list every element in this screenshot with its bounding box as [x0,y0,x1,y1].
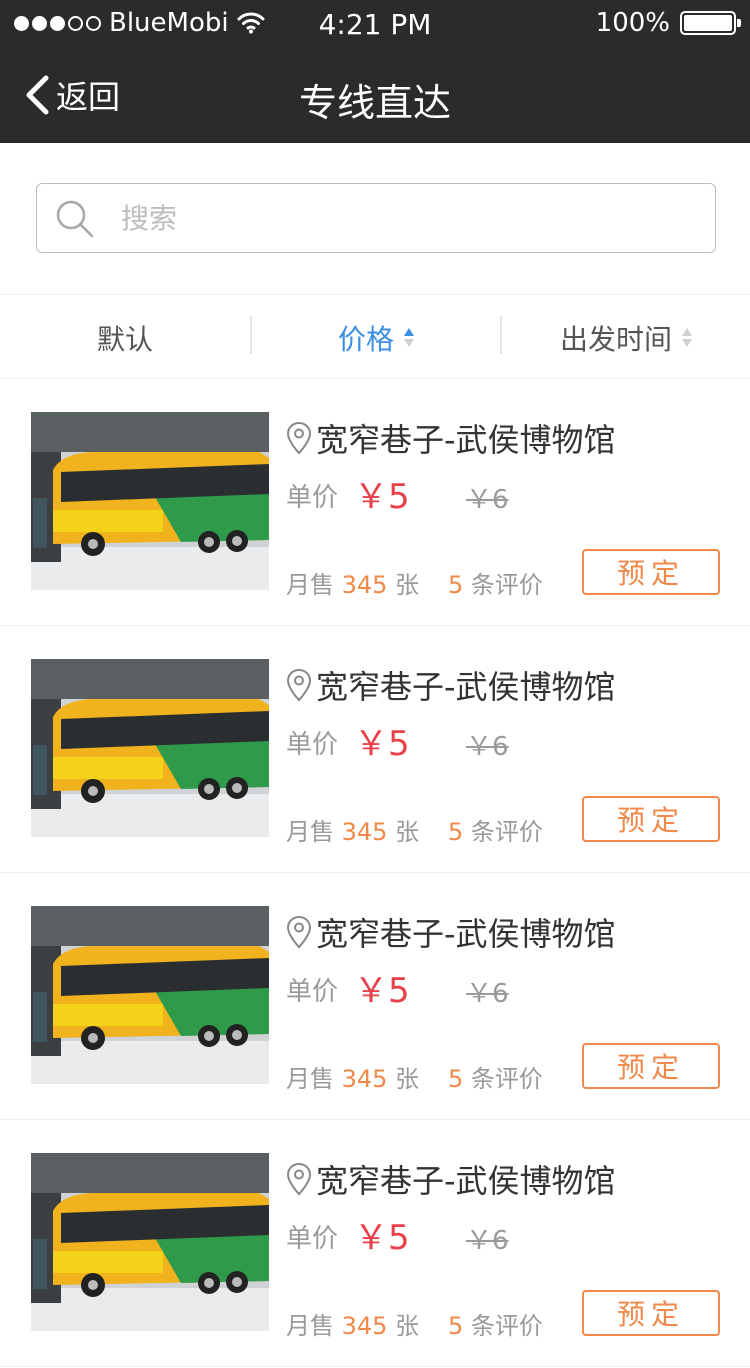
route-label: 宽窄巷子-武侯博物馆 [316,1162,616,1200]
monthly-sales: 月售 345 张 [286,565,419,600]
location-pin-icon [286,1162,312,1196]
sold-count: 345 [341,571,388,599]
list-item[interactable]: 宽窄巷子-武侯博物馆 单价 ￥5 ￥6 月售 345 张 5 条评价 预定 [0,379,750,626]
battery-icon [680,11,741,35]
status-right: 100% [595,8,741,38]
search-icon [56,200,94,238]
location-pin-icon [286,915,312,949]
route-name: 宽窄巷子-武侯博物馆 [286,415,616,461]
filter-time-label: 出发时间 [559,322,672,356]
review-count[interactable]: 5 条评价 [448,812,543,847]
price: ￥5 [354,1218,410,1258]
bus-photo [31,906,269,1084]
sort-arrows-icon [682,328,692,347]
list-item[interactable]: 宽窄巷子-武侯博物馆 单价 ￥5 ￥6 月售 345 张 5 条评价 预定 [0,626,750,873]
price-label: 单价 [286,730,339,760]
review-label: 条评价 [470,818,543,846]
filter-default[interactable]: 默认 [0,295,250,380]
review-label: 条评价 [470,1065,543,1093]
sold-label: 月售 [286,1312,334,1340]
search-input[interactable] [121,192,701,244]
book-button[interactable]: 预定 [582,1290,720,1336]
sold-unit: 张 [395,818,420,846]
search-box [36,183,716,253]
app-header: BlueMobi 4:21 PM 100% 返回 专线直达 [0,0,750,143]
route-name: 宽窄巷子-武侯博物馆 [286,662,616,708]
price: ￥5 [354,971,410,1011]
sold-count: 345 [341,1065,388,1093]
location-pin-icon [286,668,312,702]
sold-unit: 张 [395,571,420,599]
bus-photo [31,1153,269,1331]
review-count[interactable]: 5 条评价 [448,1059,543,1094]
battery-percent: 100% [595,8,670,38]
monthly-sales: 月售 345 张 [286,812,419,847]
book-button[interactable]: 预定 [582,549,720,595]
review-number: 5 [448,818,464,846]
monthly-sales: 月售 345 张 [286,1059,419,1094]
review-count[interactable]: 5 条评价 [448,1306,543,1341]
price-label: 单价 [286,977,339,1007]
book-button[interactable]: 预定 [582,1043,720,1089]
sold-unit: 张 [395,1065,420,1093]
review-label: 条评价 [470,571,543,599]
list-item[interactable]: 宽窄巷子-武侯博物馆 单价 ￥5 ￥6 月售 345 张 5 条评价 预定 [0,873,750,1120]
monthly-sales: 月售 345 张 [286,1306,419,1341]
sold-label: 月售 [286,1065,334,1093]
route-list: 宽窄巷子-武侯博物馆 单价 ￥5 ￥6 月售 345 张 5 条评价 预定 宽窄… [0,379,750,1367]
old-price: ￥6 [466,485,509,515]
sort-arrows-icon [404,328,414,347]
route-label: 宽窄巷子-武侯博物馆 [316,668,616,706]
sold-label: 月售 [286,571,334,599]
route-label: 宽窄巷子-武侯博物馆 [316,915,616,953]
price-label: 单价 [286,1224,339,1254]
status-bar: BlueMobi 4:21 PM 100% [0,0,750,48]
sold-count: 345 [341,818,388,846]
book-button[interactable]: 预定 [582,796,720,842]
list-item[interactable]: 宽窄巷子-武侯博物馆 单价 ￥5 ￥6 月售 345 张 5 条评价 预定 [0,1120,750,1367]
review-number: 5 [448,1312,464,1340]
review-number: 5 [448,571,464,599]
route-name: 宽窄巷子-武侯博物馆 [286,1156,616,1202]
sold-count: 345 [341,1312,388,1340]
nav-bar: 返回 专线直达 [0,48,750,143]
location-pin-icon [286,421,312,455]
review-label: 条评价 [470,1312,543,1340]
sold-unit: 张 [395,1312,420,1340]
filter-departure-time[interactable]: 出发时间 [502,295,750,380]
filter-price[interactable]: 价格 [252,295,500,380]
filter-price-label: 价格 [337,322,394,356]
review-count[interactable]: 5 条评价 [448,565,543,600]
sold-label: 月售 [286,818,334,846]
price-label: 单价 [286,483,339,513]
page-title: 专线直达 [298,81,451,125]
bus-photo [31,412,269,590]
filter-default-label: 默认 [96,322,153,356]
price: ￥5 [354,477,410,517]
old-price: ￥6 [466,979,509,1009]
old-price: ￥6 [466,732,509,762]
route-name: 宽窄巷子-武侯博物馆 [286,909,616,955]
route-label: 宽窄巷子-武侯博物馆 [316,421,616,459]
price: ￥5 [354,724,410,764]
bus-photo [31,659,269,837]
old-price: ￥6 [466,1226,509,1256]
review-number: 5 [448,1065,464,1093]
filter-bar: 默认 价格 出发时间 [0,294,750,379]
